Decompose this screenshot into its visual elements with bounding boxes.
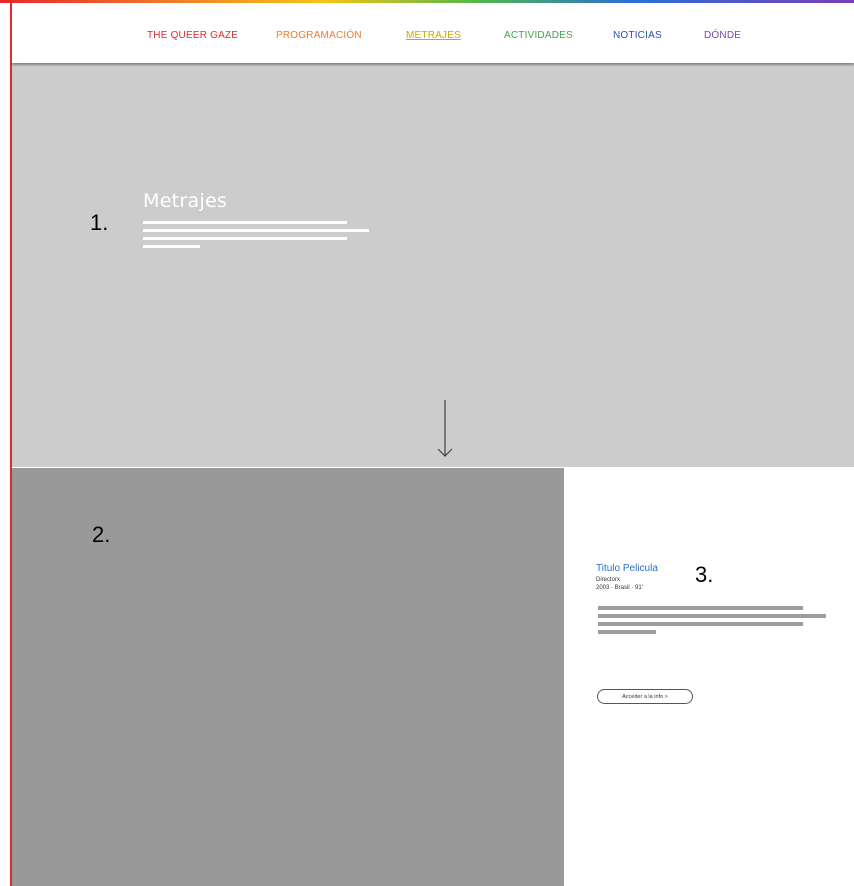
nav-item-actividades[interactable]: ACTIVIDADES <box>504 30 573 41</box>
film-info-panel: Titulo Pelicula Directorx 2003 · Brasil … <box>564 468 854 886</box>
film-description-line <box>598 606 803 610</box>
film-details: 2003 · Brasil · 91' <box>596 585 643 591</box>
hero-text-line <box>143 245 200 248</box>
film-director: Directorx <box>596 577 621 583</box>
film-title[interactable]: Titulo Pelicula <box>596 563 658 574</box>
hero-text-line <box>143 237 347 240</box>
nav-item-the-queer-gaze[interactable]: THE QUEER GAZE <box>147 30 238 41</box>
hero-text-line <box>143 221 347 224</box>
nav-item-donde[interactable]: DÓNDE <box>704 30 741 41</box>
annotation-marker-1: 1. <box>90 210 109 235</box>
access-info-button[interactable]: Acceder a la info > <box>597 689 693 704</box>
annotation-marker-2: 2. <box>92 522 111 547</box>
hero-text-line <box>143 229 369 232</box>
page-title: Metrajes <box>143 190 228 212</box>
top-navigation: THE QUEER GAZE PROGRAMACIÓN METRAJES ACT… <box>12 3 854 63</box>
left-accent-border <box>10 0 12 886</box>
annotation-marker-3: 3. <box>695 562 714 587</box>
film-description-line <box>598 614 826 618</box>
nav-item-programacion[interactable]: PROGRAMACIÓN <box>276 30 362 41</box>
film-description-line <box>598 630 656 634</box>
nav-item-noticias[interactable]: NOTICIAS <box>613 30 662 41</box>
film-description-line <box>598 622 803 626</box>
nav-item-metrajes[interactable]: METRAJES <box>406 30 461 41</box>
hero-section: Metrajes <box>12 63 854 467</box>
scroll-down-arrow-icon[interactable] <box>437 400 453 458</box>
